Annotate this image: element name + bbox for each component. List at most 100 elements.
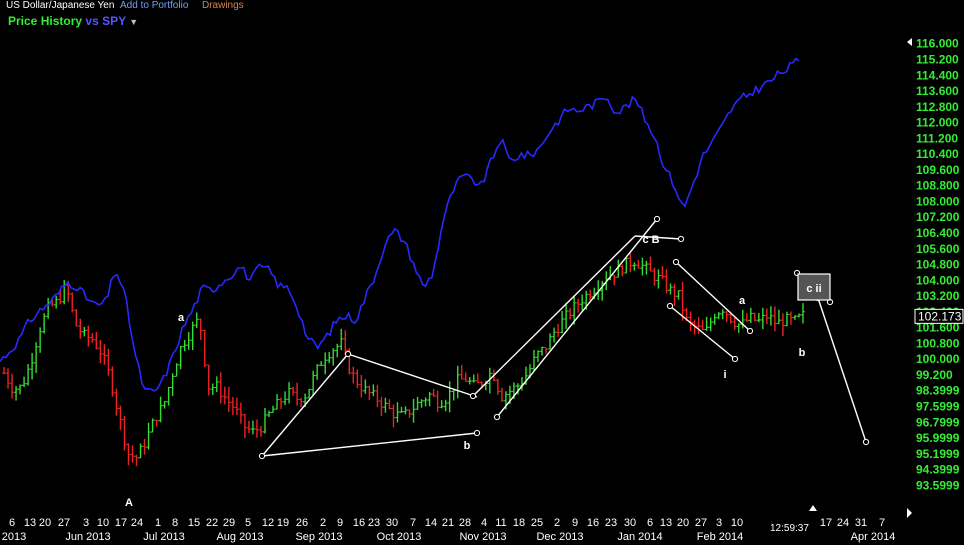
price-chart[interactable]: Aa b c B i a b c ii 116.000115.200 114.400 113.6… bbox=[0, 0, 964, 545]
trendline-handle[interactable] bbox=[653, 215, 661, 223]
date-tick-label: 14 bbox=[425, 517, 437, 529]
last-price-label: 102.173 bbox=[918, 309, 962, 323]
date-tick-label: 17 bbox=[115, 517, 127, 529]
trendline-handle[interactable] bbox=[862, 438, 870, 446]
date-tick-label: 27 bbox=[58, 517, 70, 529]
date-tick-label: 6 bbox=[647, 517, 653, 529]
month-label: Jun 2013 bbox=[65, 531, 110, 543]
date-tick-label: 24 bbox=[131, 517, 143, 529]
price-bars-layer bbox=[2, 252, 805, 467]
date-tick-label: 10 bbox=[97, 517, 109, 529]
date-tick-label: 3 bbox=[716, 517, 722, 529]
trendline-handle[interactable] bbox=[672, 258, 680, 266]
month-label: Jan 2014 bbox=[617, 531, 662, 543]
date-tick-label: 4 bbox=[481, 517, 487, 529]
wave-label: a bbox=[739, 295, 746, 307]
trendline-handle[interactable] bbox=[666, 302, 674, 310]
trendline[interactable] bbox=[261, 353, 349, 457]
price-tick-label: 106.400 bbox=[916, 226, 960, 240]
price-tick-label: 104.000 bbox=[916, 273, 960, 287]
date-tick-label: 13 bbox=[24, 517, 36, 529]
price-tick-label: 107.200 bbox=[916, 210, 960, 224]
date-tick-label: 25 bbox=[531, 517, 543, 529]
date-tick-label: 16 bbox=[353, 517, 365, 529]
wave-box-label: c ii bbox=[806, 283, 821, 295]
date-tick-label: 12 bbox=[262, 517, 274, 529]
trendline[interactable] bbox=[669, 305, 736, 360]
date-tick-label: 7 bbox=[879, 517, 885, 529]
date-tick-label: 13 bbox=[660, 517, 672, 529]
trendline-handle[interactable] bbox=[677, 235, 685, 243]
date-tick-label: 23 bbox=[605, 517, 617, 529]
date-tick-label: 2 bbox=[320, 517, 326, 529]
date-tick-label: 26 bbox=[296, 517, 308, 529]
month-label: Aug 2013 bbox=[216, 531, 263, 543]
wave-label: c B bbox=[642, 234, 659, 246]
scroll-up-icon[interactable] bbox=[907, 38, 912, 46]
trendline[interactable] bbox=[817, 297, 867, 443]
price-tick-label: 110.400 bbox=[916, 147, 959, 161]
date-tick-label: 27 bbox=[695, 517, 707, 529]
trendline-handle[interactable] bbox=[344, 350, 352, 358]
wave-label: A bbox=[125, 497, 133, 509]
spy-line bbox=[0, 57, 800, 392]
date-tick-label: 19 bbox=[277, 517, 289, 529]
trendline-handle[interactable] bbox=[469, 392, 477, 400]
date-tick-label: 30 bbox=[624, 517, 636, 529]
price-tick-label: 96.7999 bbox=[916, 415, 960, 429]
wave-label: b bbox=[464, 440, 471, 452]
trendline-handle[interactable] bbox=[746, 327, 754, 335]
price-tick-label: 98.3999 bbox=[916, 384, 960, 398]
date-tick-label: 21 bbox=[442, 517, 454, 529]
month-label: Sep 2013 bbox=[295, 531, 342, 543]
price-tick-label: 115.200 bbox=[916, 52, 959, 66]
price-tick-label: 108.800 bbox=[916, 179, 960, 193]
date-tick-label: 18 bbox=[513, 517, 525, 529]
annotation-layer: Aa b c B i a b c ii bbox=[125, 215, 870, 509]
date-tick-label: 16 bbox=[587, 517, 599, 529]
date-tick-label: 5 bbox=[245, 517, 251, 529]
trendline[interactable] bbox=[261, 432, 478, 457]
date-tick-label: 8 bbox=[172, 517, 178, 529]
trendline[interactable] bbox=[496, 218, 658, 418]
date-tick-label: 10 bbox=[731, 517, 743, 529]
clock-readout: 12:59:37 bbox=[770, 523, 809, 534]
date-axis: 6 13 20 27 3 10 17 24 1 8 15 22 29 5 12 19 26 2 9 16 23 30 7 14… bbox=[2, 517, 896, 543]
date-tick-label: 24 bbox=[837, 517, 849, 529]
price-tick-label: 112.000 bbox=[916, 116, 959, 130]
month-label: Jul 2013 bbox=[143, 531, 185, 543]
date-tick-label: 20 bbox=[677, 517, 689, 529]
wave-label: i bbox=[723, 369, 726, 381]
date-tick-label: 20 bbox=[39, 517, 51, 529]
wave-label: b bbox=[799, 347, 806, 359]
price-tick-label: 114.400 bbox=[916, 68, 959, 82]
date-tick-label: 11 bbox=[495, 517, 506, 529]
month-label: 2013 bbox=[2, 531, 26, 543]
trendline-handle[interactable] bbox=[258, 452, 266, 460]
price-tick-label: 99.200 bbox=[916, 368, 953, 382]
date-tick-label: 15 bbox=[188, 517, 200, 529]
trendline[interactable] bbox=[472, 235, 636, 397]
price-tick-label: 100.800 bbox=[916, 336, 960, 350]
price-tick-label: 104.800 bbox=[916, 258, 960, 272]
month-label: Oct 2013 bbox=[377, 531, 422, 543]
scroll-right-icon[interactable] bbox=[907, 508, 912, 518]
month-label: Apr 2014 bbox=[851, 531, 896, 543]
date-tick-label: 7 bbox=[410, 517, 416, 529]
date-tick-label: 30 bbox=[386, 517, 398, 529]
price-tick-label: 95.9999 bbox=[916, 431, 960, 445]
price-tick-label: 105.600 bbox=[916, 242, 960, 256]
date-tick-label: 3 bbox=[83, 517, 89, 529]
trendline-handle[interactable] bbox=[731, 355, 739, 363]
month-label: Nov 2013 bbox=[459, 531, 506, 543]
price-tick-label: 108.000 bbox=[916, 194, 960, 208]
price-tick-label: 109.600 bbox=[916, 163, 960, 177]
trendline-handle[interactable] bbox=[473, 429, 481, 437]
price-tick-label: 113.600 bbox=[916, 84, 959, 98]
trendline-handle[interactable] bbox=[493, 413, 501, 421]
date-tick-label: 9 bbox=[337, 517, 343, 529]
month-label: Dec 2013 bbox=[536, 531, 583, 543]
month-label: Feb 2014 bbox=[697, 531, 743, 543]
date-tick-label: 31 bbox=[855, 517, 867, 529]
price-tick-label: 95.1999 bbox=[916, 447, 960, 461]
